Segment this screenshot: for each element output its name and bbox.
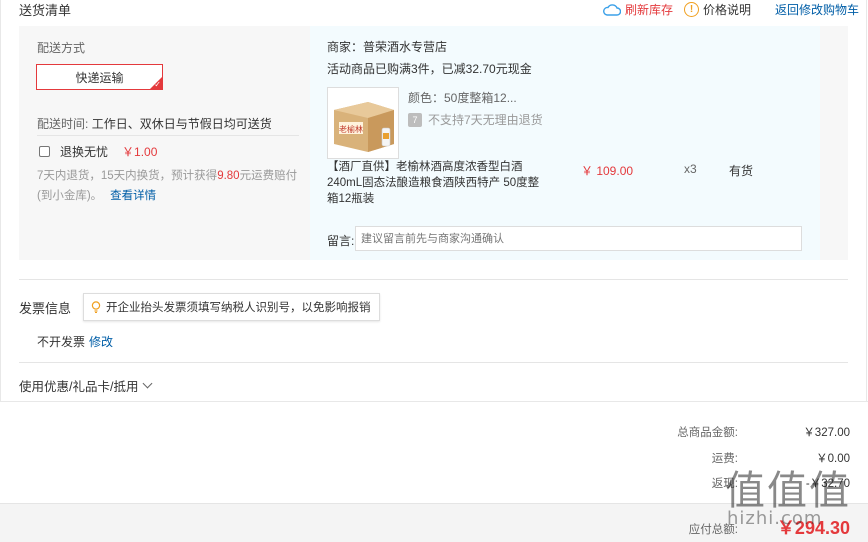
return-service-description: 7天内退货，15天内换货，预计获得9.80元运费赔付(到小金库)。 查看详情 (37, 166, 303, 206)
memo-label: 留言: (327, 234, 355, 248)
merchant-name[interactable]: 商家：普荣酒水专营店 (327, 38, 447, 55)
divider (19, 362, 848, 363)
delivery-time-value: 工作日、双休日与节假日均可送货 (91, 117, 272, 131)
payable-total-label: 应付总额: (688, 524, 738, 536)
goods-total-value: ￥327.00 (803, 427, 850, 439)
delivery-time: 配送时间: 工作日、双休日与节假日均可送货 (37, 115, 272, 132)
price-info-link[interactable]: ! 价格说明 (684, 1, 751, 18)
back-to-cart-link[interactable]: 返回修改购物车 (775, 1, 859, 18)
return-service-row: 退换无忧 ￥1.00 (39, 143, 157, 160)
delivery-time-label: 配送时间: (37, 117, 89, 131)
product-price: ￥ 109.00 (581, 164, 634, 178)
delivery-method-label: 配送方式 (37, 41, 86, 55)
no-return-notice: 7 不支持7天无理由退货 (408, 111, 543, 128)
coupon-toggle[interactable]: 使用优惠/礼品卡/抵用 (19, 376, 153, 395)
product-title[interactable]: 【酒厂直供】老榆林酒高度浓香型白酒240mL固态法酿造粮食酒陕西特产 50度整箱… (327, 159, 547, 207)
invoice-type: 不开发票 (37, 335, 86, 349)
product-quantity: x3 (684, 162, 697, 176)
price-info-label: 价格说明 (703, 3, 752, 17)
svg-text:老榆林: 老榆林 (339, 124, 363, 134)
coupon-label: 使用优惠/礼品卡/抵用 (19, 380, 139, 394)
divider (37, 135, 299, 136)
stock-status: 有货 (729, 164, 754, 178)
return-service-label: 退换无忧 (60, 145, 109, 159)
frame-left-border (0, 0, 1, 402)
check-icon: ✓ (154, 80, 161, 89)
express-delivery-label: 快递运输 (75, 70, 124, 85)
frame-right-border (866, 0, 867, 402)
watermark-url: hizhi.com (727, 508, 823, 529)
lightbulb-icon (91, 301, 101, 313)
cloud-refresh-icon (603, 3, 621, 16)
refresh-stock-link[interactable]: 刷新库存 (603, 1, 673, 18)
promotion-text: 活动商品已购满3件，已减32.70元现金 (327, 62, 532, 76)
memo-input[interactable] (355, 226, 802, 251)
invoice-modify-link[interactable]: 修改 (89, 335, 113, 349)
return-service-checkbox[interactable] (39, 146, 50, 157)
product-color: 颜色：50度整箱12... (408, 91, 517, 105)
liquor-box-image: 老榆林 (328, 88, 398, 158)
invoice-title: 发票信息 (19, 301, 72, 316)
express-delivery-option[interactable]: 快递运输 ✓ (36, 64, 163, 90)
frame-bottom-border (0, 401, 868, 402)
return-service-price: ￥1.00 (122, 145, 158, 159)
divider (19, 279, 848, 280)
invoice-value: 不开发票 修改 (37, 333, 113, 350)
section-title: 送货清单 (19, 3, 72, 18)
refresh-stock-label: 刷新库存 (625, 3, 674, 17)
view-detail-link[interactable]: 查看详情 (110, 190, 156, 202)
chevron-down-icon (143, 378, 153, 389)
no-return-icon: 7 (408, 112, 422, 127)
return-desc-amount: 9.80 (217, 170, 240, 182)
invoice-tip: 开企业抬头发票须填写纳税人识别号，以免影响报销 (83, 293, 380, 321)
return-desc-text: 7天内退货，15天内换货，预计获得 (37, 170, 218, 182)
exclamation-icon: ! (684, 2, 699, 17)
no-return-label: 不支持7天无理由退货 (428, 113, 543, 127)
product-image[interactable]: 老榆林 (327, 87, 399, 159)
goods-total-label: 总商品金额: (677, 427, 738, 439)
invoice-tip-text: 开企业抬头发票须填写纳税人识别号，以免影响报销 (106, 302, 371, 314)
